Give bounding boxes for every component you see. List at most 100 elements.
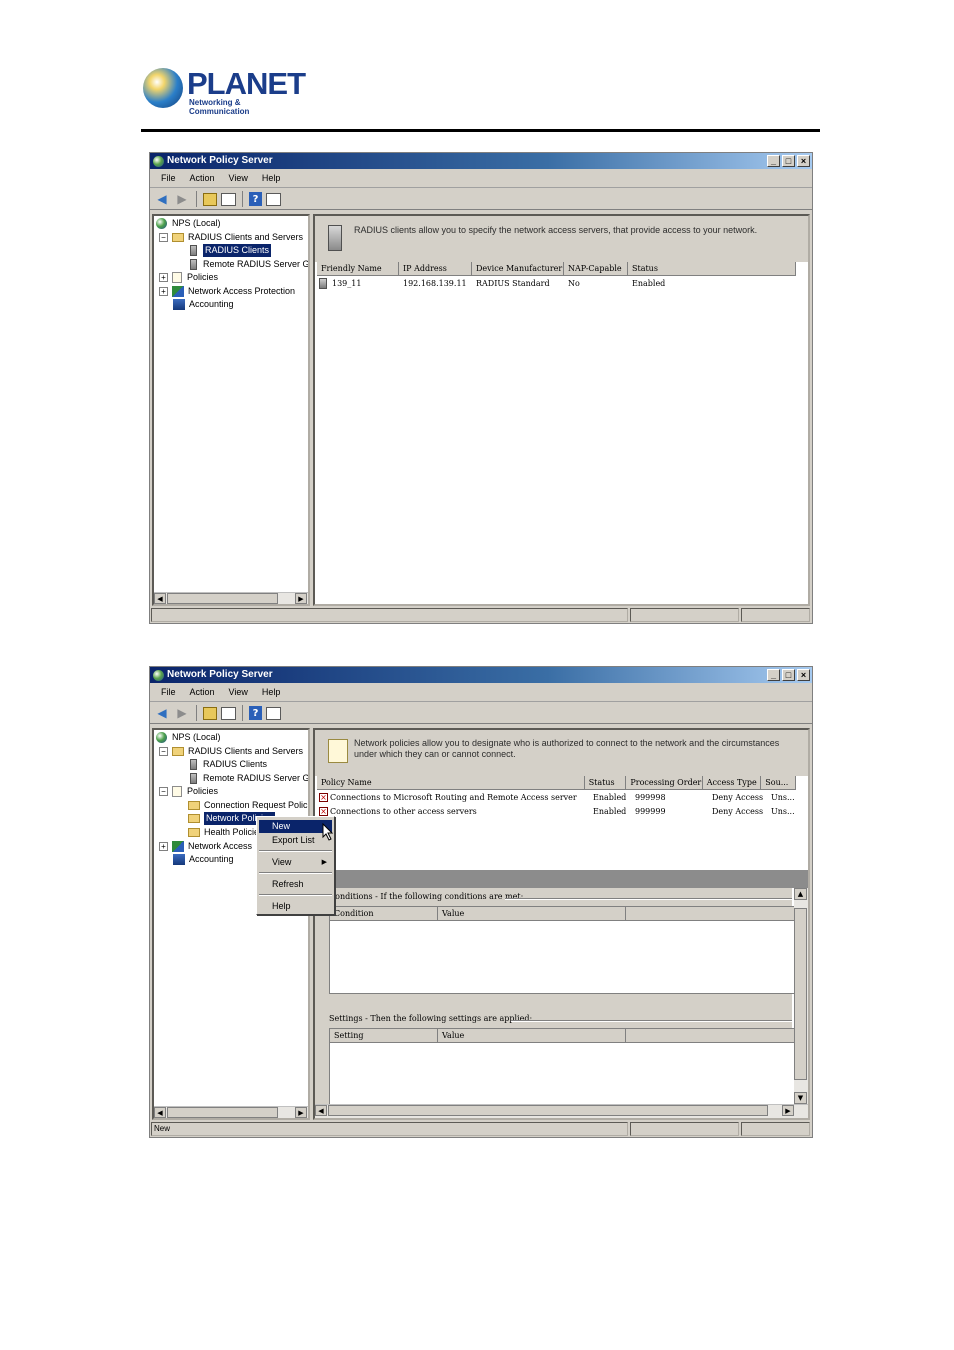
expand-icon[interactable]: +: [159, 287, 168, 296]
folder-icon: [188, 814, 200, 823]
close-button[interactable]: ×: [797, 669, 810, 681]
maximize-button[interactable]: □: [782, 155, 795, 167]
tree-item-policies[interactable]: + Policies: [159, 271, 218, 284]
tree-item-remote-server-groups[interactable]: Remote RADIUS Server G: [190, 772, 308, 785]
details-horizontal-scrollbar[interactable]: ◀ ▶: [315, 1104, 808, 1118]
col-condition[interactable]: Condition: [330, 907, 438, 920]
menu-file[interactable]: File: [156, 684, 181, 701]
scroll-thumb[interactable]: [328, 1105, 768, 1116]
context-menu-help[interactable]: Help: [259, 900, 332, 913]
col-status[interactable]: Status: [628, 262, 796, 275]
menu-help[interactable]: Help: [257, 170, 286, 187]
menu-help[interactable]: Help: [257, 684, 286, 701]
tree-item-health-policies[interactable]: Health Policie: [188, 826, 259, 839]
toolbar-separator: [196, 191, 197, 207]
scroll-down-icon[interactable]: ▼: [794, 1092, 807, 1104]
col-device-manufacturer[interactable]: Device Manufacturer: [472, 262, 564, 275]
show-hide-tree-icon[interactable]: [221, 706, 236, 720]
back-arrow-icon[interactable]: ◀: [154, 706, 170, 721]
col-access-type[interactable]: Access Type: [703, 776, 762, 789]
menu-bar: File Action View Help: [150, 684, 812, 702]
banner-text: RADIUS clients allow you to specify the …: [354, 225, 758, 235]
expand-icon[interactable]: +: [159, 842, 168, 851]
scroll-left-icon[interactable]: ◀: [154, 593, 166, 604]
tree-item-nps-local[interactable]: NPS (Local): [156, 217, 221, 230]
tree-item-policies[interactable]: − Policies: [159, 785, 218, 798]
col-ip-address[interactable]: IP Address: [399, 262, 472, 275]
scroll-right-icon[interactable]: ▶: [295, 593, 307, 604]
scroll-left-icon[interactable]: ◀: [154, 1107, 166, 1118]
scroll-thumb[interactable]: [794, 908, 807, 1080]
help-icon[interactable]: ?: [249, 192, 262, 206]
tree-item-radius-clients-servers[interactable]: − RADIUS Clients and Servers: [159, 231, 303, 244]
minimize-button[interactable]: _: [767, 155, 780, 167]
tree-horizontal-scrollbar[interactable]: ◀ ▶: [154, 1106, 308, 1118]
collapse-icon[interactable]: −: [159, 233, 168, 242]
col-nap-capable[interactable]: NAP-Capable: [564, 262, 628, 275]
scroll-right-icon[interactable]: ▶: [782, 1105, 794, 1116]
tree-item-accounting[interactable]: Accounting: [173, 298, 234, 311]
toolbar-separator: [242, 705, 243, 721]
menu-file[interactable]: File: [156, 170, 181, 187]
tree-item-radius-clients[interactable]: RADIUS Clients: [190, 244, 272, 257]
tree-item-accounting[interactable]: Accounting: [173, 853, 234, 866]
up-folder-icon[interactable]: [203, 706, 217, 720]
forward-arrow-icon[interactable]: ▶: [174, 706, 190, 721]
close-button[interactable]: ×: [797, 155, 810, 167]
server-icon: [190, 245, 197, 256]
maximize-button[interactable]: □: [782, 669, 795, 681]
brand-name: PLANET: [187, 66, 306, 101]
minimize-button[interactable]: _: [767, 669, 780, 681]
col-setting[interactable]: Setting: [330, 1029, 438, 1042]
scroll-thumb[interactable]: [167, 1107, 278, 1118]
status-segment-3: [741, 1122, 810, 1136]
context-menu-view[interactable]: View ▶: [259, 856, 332, 869]
tree-item-nap[interactable]: + Network Access: [159, 840, 252, 853]
up-folder-icon[interactable]: [203, 192, 217, 206]
forward-arrow-icon[interactable]: ▶: [174, 192, 190, 207]
tree-horizontal-scrollbar[interactable]: ◀ ▶: [154, 592, 308, 604]
menu-separator: [259, 850, 332, 852]
col-source[interactable]: Sou...: [761, 776, 796, 789]
scroll-up-icon[interactable]: ▲: [794, 888, 807, 900]
nap-icon: [172, 286, 184, 297]
collapse-icon[interactable]: −: [159, 747, 168, 756]
properties-pane-icon[interactable]: [266, 706, 281, 720]
menu-action[interactable]: Action: [185, 170, 220, 187]
col-processing-order[interactable]: Processing Order: [626, 776, 703, 789]
section-divider: [511, 1020, 792, 1022]
col-condition-value[interactable]: Value: [438, 907, 626, 920]
scroll-left-icon[interactable]: ◀: [315, 1105, 327, 1116]
col-policy-name[interactable]: Policy Name: [317, 776, 585, 789]
col-setting-value[interactable]: Value: [438, 1029, 626, 1042]
col-friendly-name[interactable]: Friendly Name: [317, 262, 399, 275]
tree-item-radius-clients[interactable]: RADIUS Clients: [190, 758, 267, 771]
table-row[interactable]: × Connections to Microsoft Routing and R…: [319, 791, 802, 804]
table-row[interactable]: 139_11 192.168.139.11 RADIUS Standard No…: [319, 277, 708, 290]
details-vertical-scrollbar[interactable]: ▲ ▼: [794, 888, 808, 1104]
expand-icon[interactable]: +: [159, 273, 168, 282]
menu-view[interactable]: View: [224, 684, 253, 701]
menu-view[interactable]: View: [224, 170, 253, 187]
properties-pane-icon[interactable]: [266, 192, 281, 206]
tree-item-remote-server-groups[interactable]: Remote RADIUS Server G: [190, 258, 308, 271]
cell-order: 999999: [635, 807, 666, 816]
tree-item-radius-clients-servers[interactable]: − RADIUS Clients and Servers: [159, 745, 303, 758]
nps-globe-icon: [156, 218, 167, 229]
table-row[interactable]: × Connections to other access servers En…: [319, 805, 802, 818]
tree-item-nps-local[interactable]: NPS (Local): [156, 731, 221, 744]
menu-action[interactable]: Action: [185, 684, 220, 701]
title-bar[interactable]: Network Policy Server _ □ ×: [150, 667, 812, 683]
tree-item-nap[interactable]: + Network Access Protection: [159, 285, 295, 298]
show-hide-tree-icon[interactable]: [221, 192, 236, 206]
help-icon[interactable]: ?: [249, 706, 262, 720]
collapse-icon[interactable]: −: [159, 787, 168, 796]
title-bar[interactable]: Network Policy Server _ □ ×: [150, 153, 812, 169]
context-menu-refresh[interactable]: Refresh: [259, 878, 332, 891]
col-status[interactable]: Status: [585, 776, 627, 789]
scroll-right-icon[interactable]: ▶: [295, 1107, 307, 1118]
scroll-thumb[interactable]: [167, 593, 278, 604]
tree-item-connection-request-policies[interactable]: Connection Request Polici: [188, 799, 308, 812]
deny-policy-icon: ×: [319, 793, 328, 802]
back-arrow-icon[interactable]: ◀: [154, 192, 170, 207]
